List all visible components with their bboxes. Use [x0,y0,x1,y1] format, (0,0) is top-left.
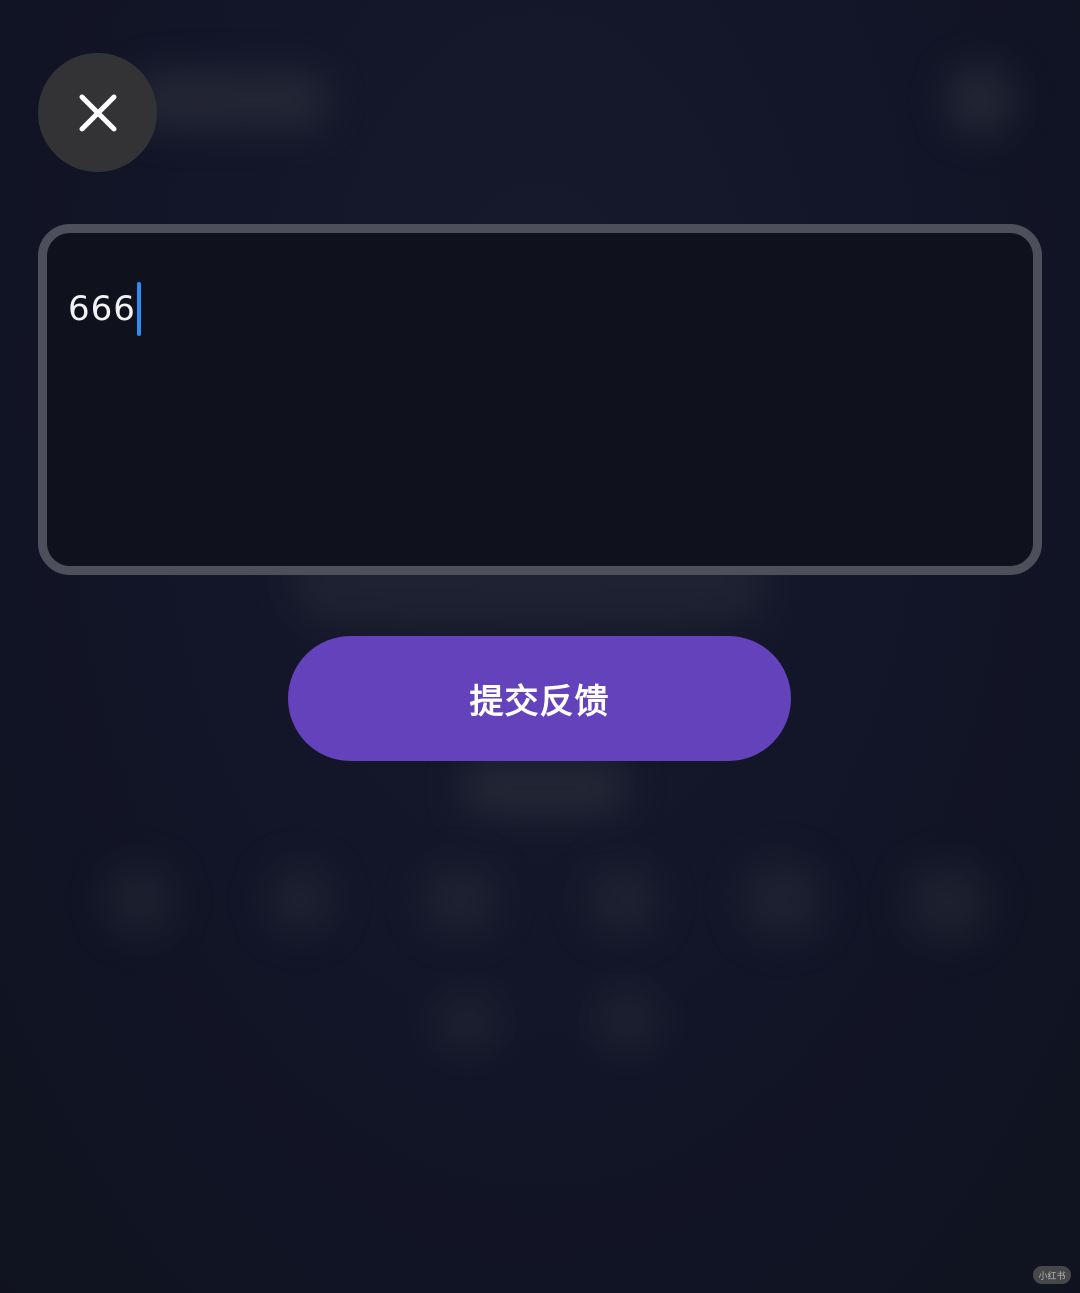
submit-feedback-button[interactable]: 提交反馈 [288,636,791,761]
text-caret [136,282,141,336]
blurred-dot-1 [105,865,175,935]
submit-feedback-label: 提交反馈 [469,682,610,722]
feedback-input-line: 666 [68,279,141,339]
blurred-title [130,70,330,130]
feedback-screen: 666 提交反馈 小红书 [0,0,1080,1293]
watermark-text: 小红书 [1038,1271,1066,1282]
blurred-dot-8 [590,985,665,1055]
blurred-dot-3 [420,865,500,935]
blurred-below-button [460,760,630,815]
feedback-value: 666 [68,289,136,329]
blurred-dot-6 [905,865,990,940]
blurred-top-right-icon [945,65,1015,135]
blurred-dot-5 [740,860,825,940]
blurred-dot-4 [585,865,660,935]
feedback-textarea[interactable]: 666 [38,224,1042,575]
close-icon [79,94,116,131]
blurred-dot-2 [265,865,335,935]
close-button[interactable] [38,53,157,172]
blurred-dot-7 [430,990,505,1055]
watermark-badge: 小红书 [1033,1266,1071,1284]
